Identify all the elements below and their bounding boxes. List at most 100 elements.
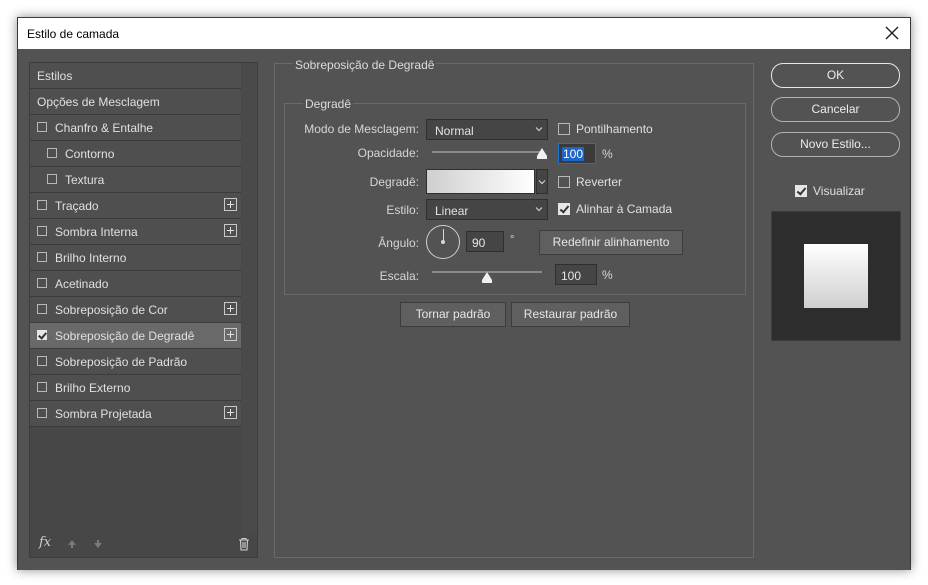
style-item-label: Acetinado [55, 277, 109, 291]
style-item-inner-glow[interactable]: Brilho Interno [30, 245, 241, 271]
opacity-label: Opacidade: [357, 146, 419, 160]
make-default-button[interactable]: Tornar padrão [400, 302, 506, 327]
move-down-icon[interactable] [93, 539, 103, 549]
gradient-overlay-checkbox[interactable] [37, 330, 47, 340]
style-item-outer-glow[interactable]: Brilho Externo [30, 375, 241, 401]
style-item-label: Traçado [55, 199, 99, 213]
styles-list: Estilos Opções de Mesclagem Chanfro & En… [30, 63, 241, 427]
style-item-pattern-overlay[interactable]: Sobreposição de Padrão [30, 349, 241, 375]
style-item-label: Estilos [37, 69, 73, 83]
style-item-label: Opções de Mesclagem [37, 95, 160, 109]
opacity-unit: % [602, 147, 613, 161]
preview-swatch [804, 244, 868, 308]
outer-glow-checkbox[interactable] [37, 382, 47, 392]
style-item-blending-options[interactable]: Opções de Mesclagem [30, 89, 241, 115]
chevron-down-icon [535, 127, 543, 132]
fx-icon[interactable]: fx [39, 535, 51, 550]
blend-mode-value: Normal [435, 124, 474, 138]
chevron-down-icon [538, 180, 546, 185]
scale-label: Escala: [379, 269, 419, 283]
align-with-layer-label: Alinhar à Camada [576, 202, 673, 216]
style-item-contour[interactable]: Contorno [30, 141, 241, 167]
angle-label: Ângulo: [378, 236, 419, 250]
cancel-button[interactable]: Cancelar [771, 97, 900, 122]
stroke-checkbox[interactable] [37, 200, 47, 210]
style-item-label: Sobreposição de Degradê [55, 329, 195, 343]
angle-value: 90 [472, 236, 486, 250]
chevron-down-icon [535, 207, 543, 212]
gradient-swatch[interactable] [426, 169, 535, 194]
scale-value: 100 [561, 269, 582, 283]
opacity-input[interactable]: 100 [558, 143, 596, 164]
bevel-emboss-checkbox[interactable] [37, 122, 47, 132]
angle-input[interactable]: 90 [466, 231, 504, 252]
opacity-slider-thumb[interactable] [537, 148, 547, 159]
scale-input[interactable]: 100 [555, 264, 597, 285]
preview-checkbox[interactable] [795, 185, 807, 197]
styles-scrollbar[interactable] [242, 63, 257, 535]
title-bar: Estilo de camada [18, 18, 910, 49]
add-color-overlay-plus-icon[interactable] [224, 302, 237, 315]
scale-slider-thumb[interactable] [482, 272, 492, 283]
reverse-checkbox[interactable] [558, 176, 570, 188]
add-stroke-plus-icon[interactable] [224, 198, 237, 211]
trash-icon[interactable] [238, 537, 250, 551]
style-item-color-overlay[interactable]: Sobreposição de Cor [30, 297, 241, 323]
blend-mode-select[interactable]: Normal [426, 119, 548, 140]
pattern-overlay-checkbox[interactable] [37, 356, 47, 366]
styles-toolbar: fx [30, 533, 257, 557]
color-overlay-checkbox[interactable] [37, 304, 47, 314]
style-item-satin[interactable]: Acetinado [30, 271, 241, 297]
style-item-label: Sombra Interna [55, 225, 138, 239]
texture-checkbox[interactable] [47, 174, 57, 184]
close-icon[interactable] [882, 23, 902, 43]
style-item-gradient-overlay[interactable]: Sobreposição de Degradê [30, 323, 241, 349]
align-with-layer-checkbox[interactable] [558, 203, 570, 215]
opacity-slider[interactable] [432, 151, 542, 153]
style-item-texture[interactable]: Textura [30, 167, 241, 193]
angle-unit: ° [510, 234, 515, 246]
reverse-label: Reverter [576, 175, 623, 189]
style-item-drop-shadow[interactable]: Sombra Projetada [30, 401, 241, 427]
style-preview [771, 211, 901, 341]
style-item-inner-shadow[interactable]: Sombra Interna [30, 219, 241, 245]
style-item-label: Brilho Interno [55, 251, 127, 265]
reset-default-button[interactable]: Restaurar padrão [511, 302, 630, 327]
inner-glow-checkbox[interactable] [37, 252, 47, 262]
add-inner-shadow-plus-icon[interactable] [224, 224, 237, 237]
style-item-label: Sombra Projetada [55, 407, 152, 421]
dither-checkbox[interactable] [558, 123, 570, 135]
style-item-bevel-emboss[interactable]: Chanfro & Entalhe [30, 115, 241, 141]
gradient-dropdown[interactable] [536, 169, 548, 194]
style-select[interactable]: Linear [426, 199, 548, 220]
contour-checkbox[interactable] [47, 148, 57, 158]
add-drop-shadow-plus-icon[interactable] [224, 406, 237, 419]
add-gradient-overlay-plus-icon[interactable] [224, 328, 237, 341]
style-item-label: Chanfro & Entalhe [55, 121, 154, 135]
style-item-label: Brilho Externo [55, 381, 131, 395]
angle-dial[interactable] [426, 225, 460, 259]
style-item-label: Contorno [65, 147, 115, 161]
blend-mode-label: Modo de Mesclagem: [304, 122, 419, 136]
styles-panel: Estilos Opções de Mesclagem Chanfro & En… [29, 62, 258, 558]
new-style-button[interactable]: Novo Estilo... [771, 132, 900, 157]
reset-alignment-button[interactable]: Redefinir alinhamento [539, 230, 683, 255]
style-item-estilos[interactable]: Estilos [30, 63, 241, 89]
dialog-title: Estilo de camada [27, 27, 120, 41]
inner-shadow-checkbox[interactable] [37, 226, 47, 236]
move-up-icon[interactable] [67, 539, 77, 549]
layer-style-dialog: Estilo de camada Estilos Opções de Mescl… [17, 17, 911, 570]
style-item-label: Sobreposição de Cor [55, 303, 168, 317]
opacity-value: 100 [562, 147, 585, 161]
style-label: Estilo: [386, 203, 419, 217]
ok-button[interactable]: OK [771, 63, 900, 88]
style-item-label: Textura [65, 173, 105, 187]
drop-shadow-checkbox[interactable] [37, 408, 47, 418]
scale-unit: % [602, 268, 613, 282]
satin-checkbox[interactable] [37, 278, 47, 288]
group-title: Degradê [303, 97, 354, 111]
gradient-label: Degradê: [369, 175, 419, 189]
dialog-body: Estilos Opções de Mesclagem Chanfro & En… [18, 49, 910, 570]
style-item-label: Sobreposição de Padrão [55, 355, 188, 369]
style-item-stroke[interactable]: Traçado [30, 193, 241, 219]
